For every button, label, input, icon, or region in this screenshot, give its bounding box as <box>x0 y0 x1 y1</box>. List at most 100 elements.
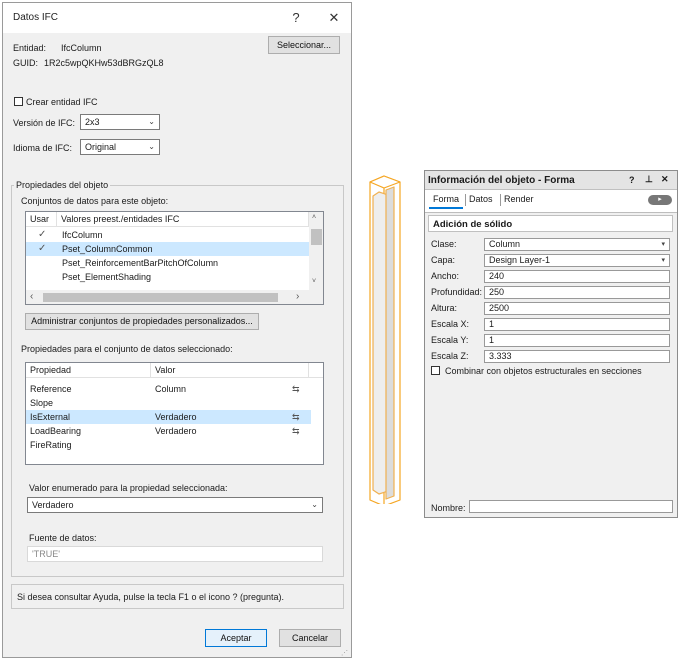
chevron-down-icon: ⌄ <box>148 117 155 126</box>
property-value: Verdadero <box>155 426 197 436</box>
name-label: Nombre: <box>431 503 466 513</box>
guid-label: GUID: <box>13 58 39 68</box>
dataset-row[interactable]: ✓ Pset_ColumnCommon <box>26 242 309 256</box>
vertical-scrollbar[interactable]: ˄ ˅ <box>309 212 323 290</box>
property-settings-icon[interactable]: ⇆ <box>292 410 300 424</box>
oip-field-input[interactable]: 2500 <box>484 302 670 315</box>
tab-datos[interactable]: Datos <box>469 192 493 207</box>
oip-field-value: Column <box>489 239 521 249</box>
column-header-use[interactable]: Usar <box>26 212 57 227</box>
entity-label: Entidad: <box>13 43 47 53</box>
oip-field-label: Profundidad: <box>431 287 483 297</box>
oip-field-value: 3.333 <box>489 351 512 361</box>
dataset-row[interactable]: Pset_ElementShading <box>26 270 309 284</box>
scroll-up-icon[interactable]: ˄ <box>312 214 316 221</box>
property-settings-icon[interactable]: ⇆ <box>292 382 300 396</box>
oip-field-value: 250 <box>489 287 505 297</box>
oip-field-value: 1 <box>489 319 495 329</box>
tab-divider <box>500 194 501 206</box>
oip-field-input[interactable]: 3.333 <box>484 350 670 363</box>
dataset-name: IfcColumn <box>62 230 103 240</box>
source-field: 'TRUE' <box>27 546 323 562</box>
manage-property-sets-button[interactable]: Administrar conjuntos de propiedades per… <box>25 313 259 330</box>
dataset-row[interactable]: ✓ IfcColumn <box>26 228 309 242</box>
entity-value: IfcColumn <box>61 43 102 53</box>
scroll-right-icon[interactable]: › <box>296 291 299 302</box>
select-button[interactable]: Seleccionar... <box>268 36 340 54</box>
close-icon[interactable]: ✕ <box>661 174 669 185</box>
dataset-name: Pset_ReinforcementBarPitchOfColumn <box>62 258 219 268</box>
scroll-thumb-horizontal[interactable] <box>43 293 278 302</box>
enum-value-select[interactable]: Verdadero ⌄ <box>27 497 323 513</box>
resize-grip-icon[interactable]: ⋰ <box>341 649 348 657</box>
properties-list[interactable]: Propiedad Valor Reference Column ⇆ Slope IsE… <box>25 362 324 465</box>
help-icon[interactable]: ? <box>285 8 307 28</box>
name-input[interactable] <box>469 500 673 513</box>
chevron-down-icon: ⌄ <box>311 500 318 509</box>
oip-field-value: 240 <box>489 271 505 281</box>
create-ifc-checkbox[interactable] <box>14 97 23 106</box>
create-ifc-label: Crear entidad IFC <box>26 97 98 107</box>
oip-field-value: Design Layer-1 <box>489 255 551 265</box>
oip-field-input[interactable]: 1 <box>484 318 670 331</box>
combine-structural-checkbox[interactable] <box>431 366 440 375</box>
column-header-blank <box>309 363 323 378</box>
tab-forma[interactable]: Forma <box>429 192 463 209</box>
ifc-language-label: Idioma de IFC: <box>13 143 73 153</box>
help-icon[interactable]: ? <box>629 175 635 185</box>
use-checkmark-icon[interactable]: ✓ <box>38 228 46 242</box>
property-row[interactable]: LoadBearing Verdadero ⇆ <box>26 424 311 438</box>
scroll-thumb[interactable] <box>311 229 322 245</box>
object-type-box: Adición de sólido <box>428 215 673 232</box>
ifc-data-dialog: Datos IFC ? ✕ Entidad: IfcColumn GUID: 1… <box>2 2 352 658</box>
ifc-language-select[interactable]: Original ⌄ <box>80 139 160 155</box>
dataset-name: Pset_ElementShading <box>62 272 152 282</box>
ok-button[interactable]: Aceptar <box>205 629 267 647</box>
props-label: Propiedades para el conjunto de datos se… <box>21 344 233 354</box>
object-properties-title: Propiedades del objeto <box>14 180 111 190</box>
palette-tabs: Forma Datos Render ▸ <box>425 190 677 213</box>
oip-field-select[interactable]: Column ▾ <box>484 238 670 251</box>
scroll-down-icon[interactable]: ˅ <box>312 278 316 285</box>
property-row[interactable]: Reference Column ⇆ <box>26 382 311 396</box>
close-icon[interactable]: ✕ <box>323 8 345 28</box>
column-header-property[interactable]: Propiedad <box>26 363 151 378</box>
property-row[interactable]: IsExternal Verdadero ⇆ <box>26 410 311 424</box>
dataset-name: Pset_ColumnCommon <box>62 244 153 254</box>
column-header-ifc-values[interactable]: Valores preest./entidades IFC <box>57 212 309 227</box>
column-side-face <box>385 186 395 500</box>
pin-icon[interactable]: ⊥ <box>645 174 653 185</box>
property-name: FireRating <box>30 440 72 450</box>
column-header-value[interactable]: Valor <box>151 363 309 378</box>
property-name: LoadBearing <box>30 426 82 436</box>
tab-render[interactable]: Render <box>504 192 534 207</box>
dataset-row[interactable]: Pset_ReinforcementBarPitchOfColumn <box>26 256 309 270</box>
scroll-left-icon[interactable]: ‹ <box>30 291 33 302</box>
oip-field-label: Clase: <box>431 239 457 249</box>
help-text: Si desea consultar Ayuda, pulse la tecla… <box>17 592 284 602</box>
oip-field-input[interactable]: 250 <box>484 286 670 299</box>
ifc-version-value: 2x3 <box>85 117 100 127</box>
horizontal-scrollbar[interactable]: ‹ › <box>26 290 323 304</box>
datasets-list[interactable]: Usar Valores preest./entidades IFC ✓ IfcC… <box>25 211 324 305</box>
use-checkmark-icon[interactable]: ✓ <box>38 242 46 256</box>
oip-field-input[interactable]: 1 <box>484 334 670 347</box>
cancel-button[interactable]: Cancelar <box>279 629 341 647</box>
ifc-version-label: Versión de IFC: <box>13 118 76 128</box>
ifc-version-select[interactable]: 2x3 ⌄ <box>80 114 160 130</box>
dialog-title: Datos IFC <box>13 12 59 23</box>
tab-divider <box>465 194 466 206</box>
palette-menu-icon[interactable]: ▸ <box>648 195 672 205</box>
property-row[interactable]: FireRating <box>26 438 311 452</box>
column-3d-view[interactable] <box>362 174 412 504</box>
property-row[interactable]: Slope <box>26 396 311 410</box>
oip-field-label: Escala X: <box>431 319 470 329</box>
property-settings-icon[interactable]: ⇆ <box>292 424 300 438</box>
oip-field-select[interactable]: Design Layer-1 ▾ <box>484 254 670 267</box>
ifc-language-value: Original <box>85 142 117 152</box>
palette-title: Información del objeto - Forma <box>428 175 575 186</box>
oip-field-label: Capa: <box>431 255 456 265</box>
oip-field-input[interactable]: 240 <box>484 270 670 283</box>
palette-title-bar: Información del objeto - Forma ? ⊥ ✕ <box>425 171 677 190</box>
object-type-title: Adición de sólido <box>433 219 513 230</box>
